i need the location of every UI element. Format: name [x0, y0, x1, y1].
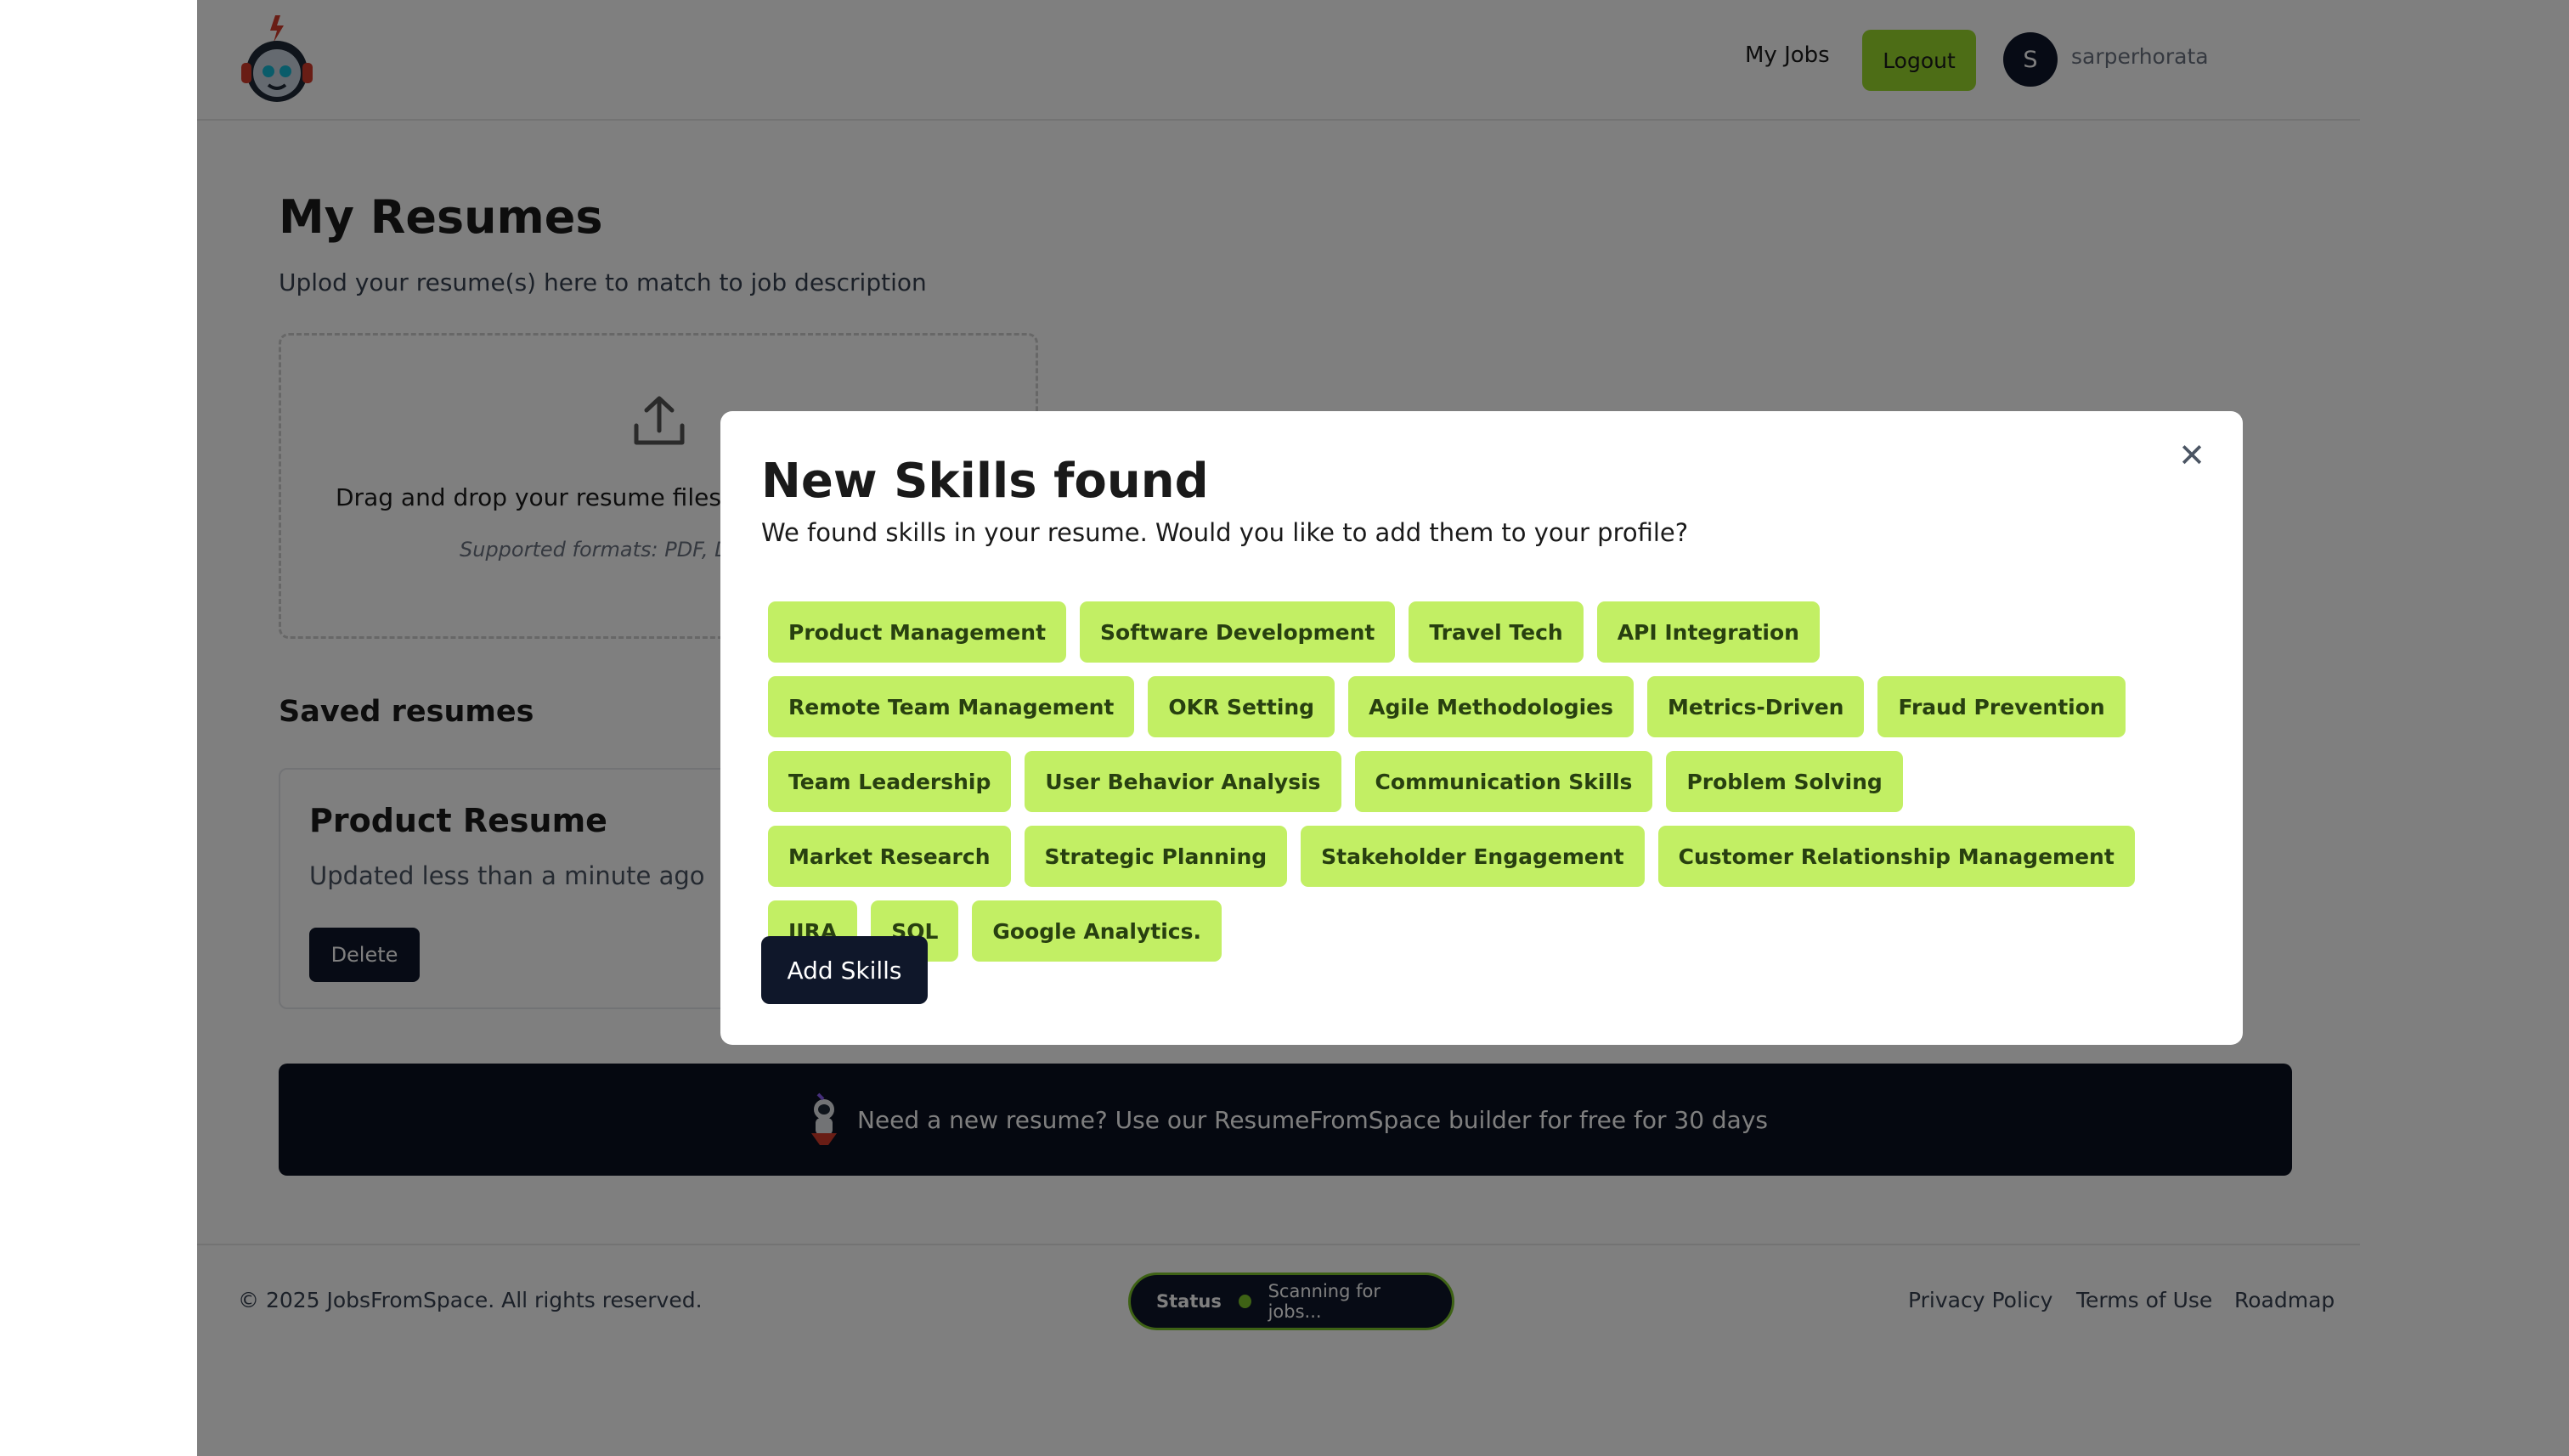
skill-chip[interactable]: Agile Methodologies [1348, 676, 1635, 737]
new-skills-modal: ✕ New Skills found We found skills in yo… [720, 411, 2243, 1045]
skill-chip[interactable]: Software Development [1080, 601, 1396, 663]
skill-chip[interactable]: API Integration [1596, 601, 1820, 663]
skill-chip[interactable]: Customer Relationship Management [1657, 826, 2135, 887]
skill-chip[interactable]: Travel Tech [1409, 601, 1584, 663]
skill-chip[interactable]: Metrics-Driven [1647, 676, 1865, 737]
skill-chip[interactable]: Problem Solving [1666, 751, 1903, 812]
close-icon[interactable]: ✕ [2173, 437, 2210, 474]
modal-title: New Skills found [761, 454, 1209, 509]
add-skills-button[interactable]: Add Skills [761, 936, 928, 1004]
skill-chip[interactable]: Fraud Prevention [1877, 676, 2126, 737]
skill-chip[interactable]: Strategic Planning [1024, 826, 1288, 887]
skills-list: Product Management Software Development Tr… [768, 601, 2144, 962]
skill-chip[interactable]: User Behavior Analysis [1025, 751, 1341, 812]
skill-chip[interactable]: Stakeholder Engagement [1301, 826, 1645, 887]
skill-chip[interactable]: Google Analytics. [972, 900, 1222, 962]
skill-chip[interactable]: Product Management [768, 601, 1067, 663]
skill-chip[interactable]: Team Leadership [768, 751, 1012, 812]
skill-chip[interactable]: Market Research [768, 826, 1011, 887]
skill-chip[interactable]: OKR Setting [1148, 676, 1335, 737]
skill-chip[interactable]: Remote Team Management [768, 676, 1135, 737]
modal-subtitle: We found skills in your resume. Would yo… [761, 518, 1689, 547]
skill-chip[interactable]: Communication Skills [1354, 751, 1653, 812]
left-margin [0, 0, 197, 1456]
